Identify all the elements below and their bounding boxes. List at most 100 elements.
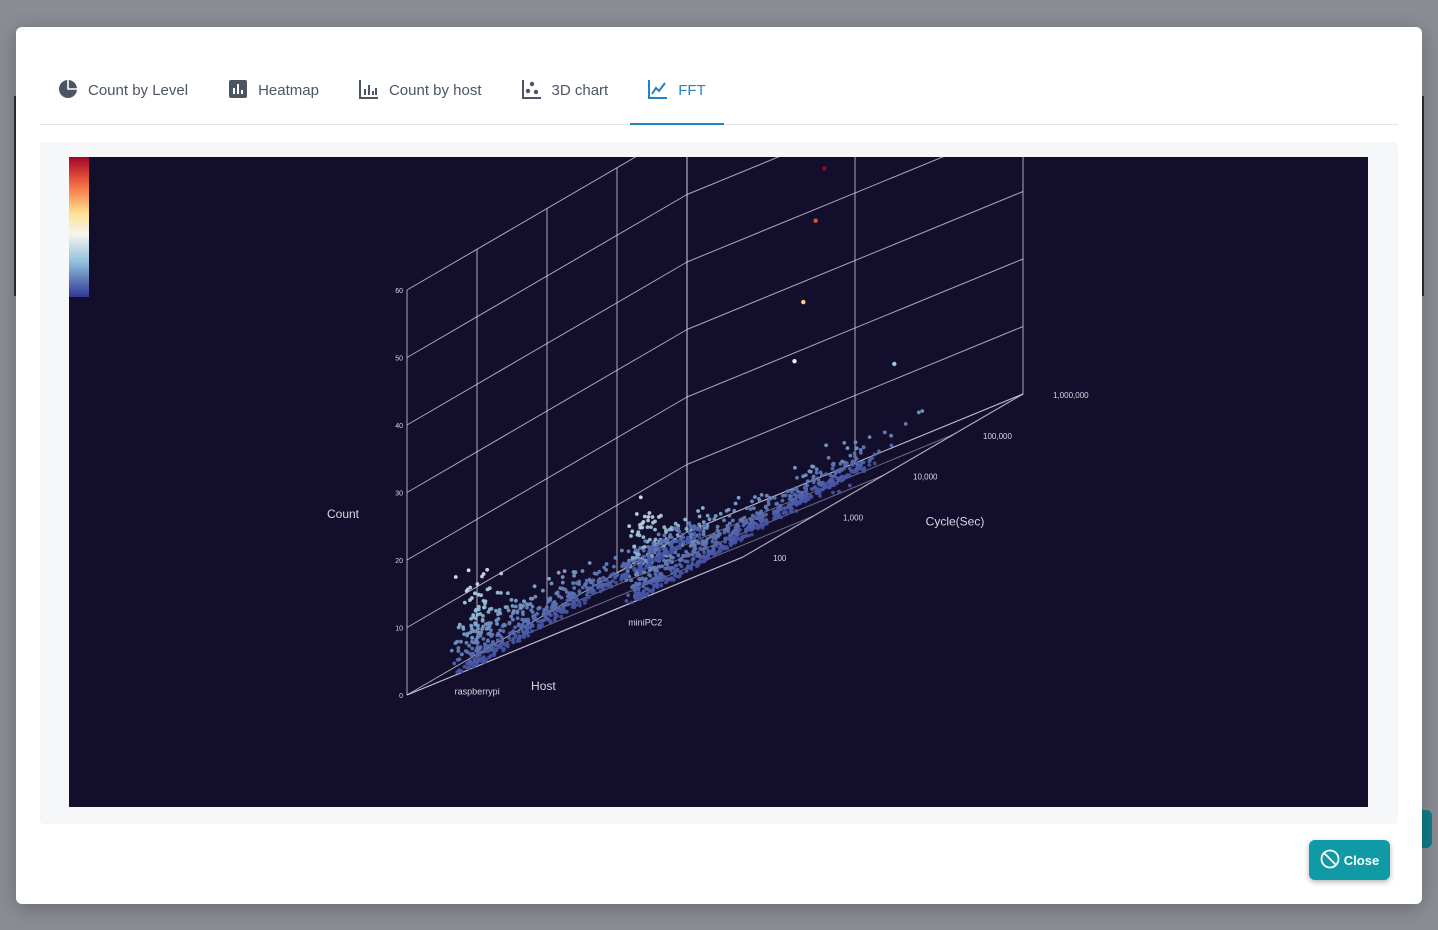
data-point [757, 498, 762, 503]
data-point [505, 591, 510, 595]
prohibited-icon [1320, 849, 1340, 872]
tab-fft[interactable]: FFT [630, 57, 724, 125]
data-point [858, 450, 863, 455]
data-point [532, 584, 537, 589]
data-point [499, 644, 503, 648]
data-point [679, 564, 684, 569]
data-point [705, 554, 709, 558]
data-point [571, 581, 575, 585]
data-point [483, 659, 488, 663]
data-point [651, 541, 656, 546]
data-point [555, 614, 560, 618]
tab-count-by-level[interactable]: Count by Level [40, 57, 206, 124]
data-point [460, 652, 464, 657]
data-point [461, 627, 466, 631]
data-point [627, 563, 631, 568]
data-point [513, 604, 518, 609]
tab-label: Count by host [388, 82, 482, 99]
data-point [636, 530, 641, 534]
data-point [702, 523, 707, 527]
data-point [765, 519, 769, 524]
data-point [505, 605, 509, 610]
data-point [625, 572, 630, 576]
data-point [577, 600, 582, 605]
data-point [733, 540, 738, 545]
data-point [634, 512, 639, 516]
data-point [637, 586, 641, 590]
data-point [583, 598, 588, 602]
data-point [555, 608, 559, 613]
data-point [727, 513, 732, 518]
data-point [598, 578, 602, 583]
data-point [692, 527, 696, 532]
data-point [816, 478, 821, 482]
data-point [835, 476, 839, 481]
data-point [819, 487, 824, 492]
data-point [845, 446, 850, 450]
data-point [749, 532, 754, 537]
data-point [656, 532, 661, 537]
tab-3d-chart[interactable]: 3D chart [504, 57, 627, 124]
data-point [459, 669, 464, 673]
tab-count-by-host[interactable]: Count by host [341, 57, 500, 124]
data-point [684, 526, 689, 531]
data-point [889, 443, 894, 448]
data-point [615, 572, 620, 577]
data-point [467, 643, 471, 648]
data-point [853, 454, 857, 459]
tab-label: 3D chart [551, 82, 609, 99]
data-point [627, 559, 632, 564]
data-point [753, 495, 757, 499]
data-point [812, 477, 817, 482]
data-point [670, 560, 674, 564]
y-tick-label: 100,000 [983, 432, 1012, 441]
data-point [501, 647, 506, 651]
data-point [659, 513, 663, 518]
tab-label: Count by Level [88, 82, 189, 99]
data-point [621, 576, 626, 580]
tab-label: Heatmap [258, 82, 319, 99]
data-point [657, 548, 662, 553]
data-point [475, 582, 480, 586]
data-point [510, 604, 515, 608]
data-point [479, 593, 483, 598]
data-point [638, 495, 643, 500]
data-point [643, 539, 648, 544]
data-point [452, 661, 457, 666]
data-point [814, 467, 819, 472]
data-point [696, 509, 700, 513]
data-point [903, 422, 908, 426]
data-point [636, 559, 641, 564]
data-point [669, 535, 674, 540]
data-point [653, 519, 657, 524]
data-point [559, 614, 564, 619]
data-point [641, 548, 646, 553]
data-point [467, 666, 471, 670]
data-point [470, 646, 475, 651]
data-point [499, 571, 504, 576]
data-point [486, 638, 490, 643]
data-point [916, 410, 921, 415]
data-point [572, 586, 577, 590]
data-point [478, 645, 483, 650]
data-point [855, 470, 859, 474]
data-point [697, 522, 702, 527]
data-point [626, 593, 630, 598]
data-point [476, 651, 481, 655]
data-point [877, 449, 881, 454]
data-point [480, 619, 485, 623]
tab-heatmap[interactable]: Heatmap [210, 57, 337, 124]
close-button[interactable]: Close [1309, 840, 1390, 880]
data-point [449, 648, 454, 653]
data-point [690, 561, 695, 566]
data-point [489, 628, 493, 633]
fft-3d-scatter-chart[interactable]: 0 10 20 30 40 50 60 100 1,000 10,000 100,000 1,000,… [69, 157, 1368, 807]
data-point [743, 534, 747, 539]
data-point [560, 575, 565, 579]
data-point [752, 526, 756, 530]
data-point [822, 166, 827, 171]
data-point [847, 483, 852, 488]
data-point [666, 550, 670, 555]
data-point [843, 463, 847, 467]
data-point [526, 633, 531, 638]
